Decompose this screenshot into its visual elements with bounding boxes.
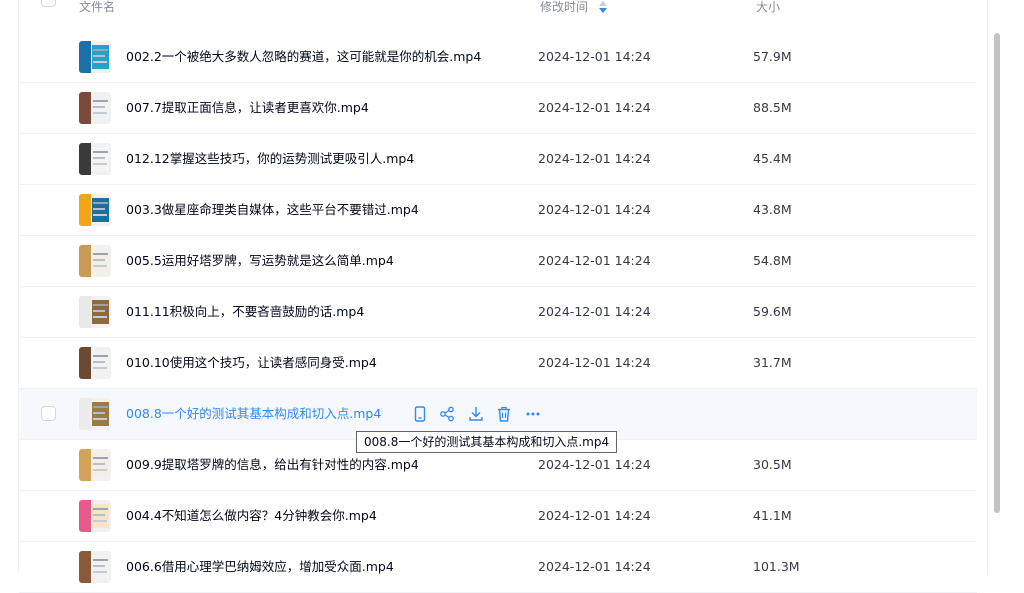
header-modified-time[interactable]: 修改时间: [540, 0, 588, 14]
delete-icon[interactable]: [495, 405, 513, 423]
file-list-panel: 文件名 修改时间 大小 002.2一个被绝大多数人忽略的赛道，这可能就是你的机会…: [18, 0, 1000, 593]
file-row[interactable]: 007.7提取正面信息，让读者更喜欢你.mp4 2024-12-01 14:24 8…: [19, 83, 977, 134]
video-thumbnail[interactable]: [79, 143, 111, 175]
file-row[interactable]: 003.3做星座命理类自媒体，这些平台不要错过.mp4 2024-12-01 14…: [19, 185, 977, 236]
file-size: 41.1M: [753, 508, 792, 523]
video-thumbnail[interactable]: [79, 398, 111, 430]
file-name[interactable]: 008.8一个好的测试其基本构成和切入点.mp4: [126, 406, 381, 422]
modified-time: 2024-12-01 14:24: [538, 100, 651, 115]
modified-time: 2024-12-01 14:24: [538, 304, 651, 319]
video-thumbnail[interactable]: [79, 347, 111, 379]
header-filename[interactable]: 文件名: [79, 0, 115, 14]
file-name[interactable]: 005.5运用好塔罗牌，写运势就是这么简单.mp4: [126, 253, 394, 269]
row-checkbox[interactable]: [41, 406, 56, 421]
file-name[interactable]: 006.6借用心理学巴纳姆效应，增加受众面.mp4: [126, 559, 394, 575]
modified-time: 2024-12-01 14:24: [538, 457, 651, 472]
video-thumbnail[interactable]: [79, 500, 111, 532]
modified-time: 2024-12-01 14:24: [538, 202, 651, 217]
select-all-checkbox[interactable]: [41, 0, 56, 7]
video-thumbnail[interactable]: [79, 41, 111, 73]
list-header: 文件名 修改时间 大小: [19, 0, 987, 20]
file-row[interactable]: 011.11积极向上，不要吝啬鼓励的话.mp4 2024-12-01 14:24 5…: [19, 287, 977, 338]
file-size: 45.4M: [753, 151, 792, 166]
file-size: 30.5M: [753, 457, 792, 472]
file-name[interactable]: 011.11积极向上，不要吝啬鼓励的话.mp4: [126, 304, 364, 320]
modified-time: 2024-12-01 14:24: [538, 151, 651, 166]
file-size: 43.8M: [753, 202, 792, 217]
modified-time: 2024-12-01 14:24: [538, 49, 651, 64]
file-name[interactable]: 003.3做星座命理类自媒体，这些平台不要错过.mp4: [126, 202, 419, 218]
modified-time: 2024-12-01 14:24: [538, 508, 651, 523]
sort-icon[interactable]: [599, 1, 607, 13]
download-icon[interactable]: [467, 405, 485, 423]
file-row[interactable]: 010.10使用这个技巧，让读者感同身受.mp4 2024-12-01 14:24…: [19, 338, 977, 389]
file-row[interactable]: 012.12掌握这些技巧，你的运势测试更吸引人.mp4 2024-12-01 14…: [19, 134, 977, 185]
file-size: 101.3M: [753, 559, 800, 574]
file-size: 88.5M: [753, 100, 792, 115]
file-size: 59.6M: [753, 304, 792, 319]
file-name[interactable]: 007.7提取正面信息，让读者更喜欢你.mp4: [126, 100, 369, 116]
file-row[interactable]: 005.5运用好塔罗牌，写运势就是这么简单.mp4 2024-12-01 14:2…: [19, 236, 977, 287]
file-name[interactable]: 010.10使用这个技巧，让读者感同身受.mp4: [126, 355, 377, 371]
file-row[interactable]: 004.4不知道怎么做内容？4分钟教会你.mp4 2024-12-01 14:24…: [19, 491, 977, 542]
video-thumbnail[interactable]: [79, 245, 111, 277]
share-icon[interactable]: [438, 405, 456, 423]
file-size: 31.7M: [753, 355, 792, 370]
file-name[interactable]: 004.4不知道怎么做内容？4分钟教会你.mp4: [126, 508, 377, 524]
header-size[interactable]: 大小: [756, 0, 780, 14]
filename-tooltip: 008.8一个好的测试其基本构成和切入点.mp4: [356, 431, 618, 453]
video-thumbnail[interactable]: [79, 296, 111, 328]
file-name[interactable]: 009.9提取塔罗牌的信息，给出有针对性的内容.mp4: [126, 457, 419, 473]
more-icon[interactable]: [524, 405, 542, 423]
file-size: 54.8M: [753, 253, 792, 268]
video-thumbnail[interactable]: [79, 449, 111, 481]
video-thumbnail[interactable]: [79, 194, 111, 226]
modified-time: 2024-12-01 14:24: [538, 253, 651, 268]
modified-time: 2024-12-01 14:24: [538, 559, 651, 574]
mobile-icon[interactable]: [411, 405, 429, 423]
file-row[interactable]: 006.6借用心理学巴纳姆效应，增加受众面.mp4 2024-12-01 14:2…: [19, 542, 977, 593]
scrollbar-thumb[interactable]: [994, 33, 1000, 513]
file-name[interactable]: 012.12掌握这些技巧，你的运势测试更吸引人.mp4: [126, 151, 414, 167]
video-thumbnail[interactable]: [79, 551, 111, 583]
modified-time: 2024-12-01 14:24: [538, 355, 651, 370]
file-size: 57.9M: [753, 49, 792, 64]
video-thumbnail[interactable]: [79, 92, 111, 124]
file-row[interactable]: 002.2一个被绝大多数人忽略的赛道，这可能就是你的机会.mp4 2024-12-…: [19, 32, 977, 83]
file-name[interactable]: 002.2一个被绝大多数人忽略的赛道，这可能就是你的机会.mp4: [126, 49, 481, 65]
